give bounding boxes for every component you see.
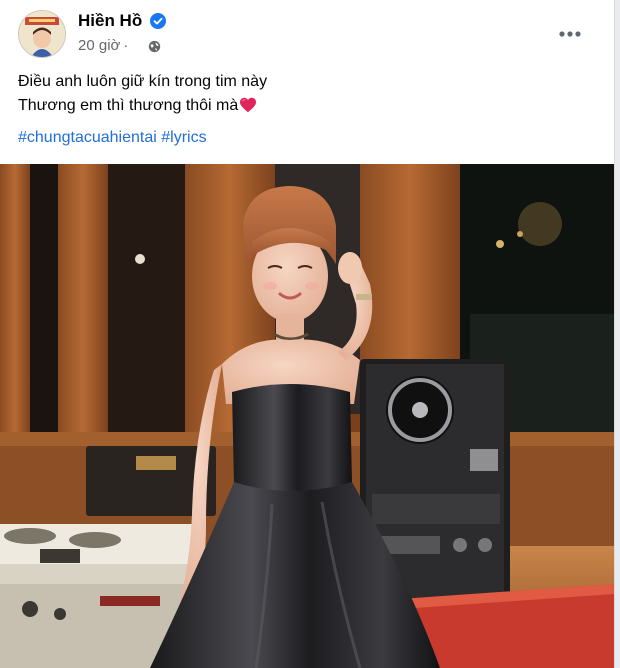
caption-line-2: Thương em thì thương thôi mà (18, 97, 239, 114)
post-photo[interactable] (0, 164, 614, 668)
red-heart-emoji (240, 97, 257, 113)
more-options-icon (559, 31, 581, 37)
post-hashtags: #chungtacuahientai #lyrics (18, 126, 207, 150)
caption-line-1: Điều anh luôn giữ kín trong tim này (18, 73, 268, 90)
meta-separator: · (123, 37, 129, 54)
hashtag-chungtacuahientai[interactable]: #chungtacuahientai (18, 129, 157, 146)
post-caption: Điều anh luôn giữ kín trong tim này Thươ… (18, 70, 578, 118)
caption-line-2-wrapper: Thương em thì thương thôi mà (18, 94, 578, 118)
hashtag-lyrics[interactable]: #lyrics (161, 129, 206, 146)
facebook-post: Hiền Hồ 20 giờ · Điều anh luôn giữ kín tr… (0, 0, 615, 668)
verified-badge-icon (150, 13, 166, 29)
post-meta: 20 giờ · (78, 36, 131, 56)
globe-icon[interactable] (148, 40, 161, 53)
more-options-button[interactable] (552, 16, 588, 52)
post-header: Hiền Hồ 20 giờ · (0, 0, 614, 64)
post-time[interactable]: 20 giờ (78, 37, 120, 54)
photo-illustration (0, 164, 614, 668)
author-avatar[interactable] (18, 10, 66, 58)
author-name[interactable]: Hiền Hồ (78, 10, 142, 32)
